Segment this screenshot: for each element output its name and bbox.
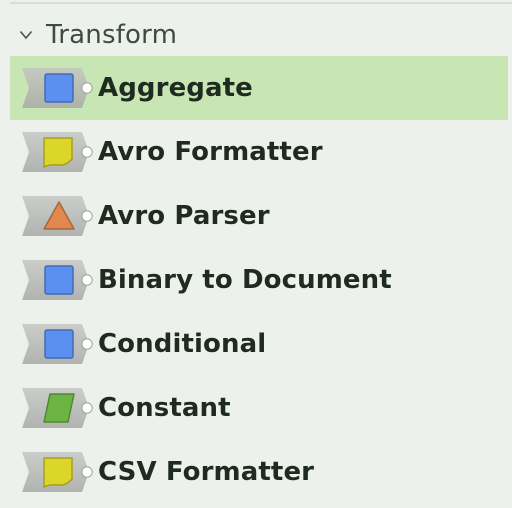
snap-item-binary-to-document[interactable]: Binary to Document <box>10 248 508 312</box>
aggregate-square-icon <box>10 56 98 120</box>
constant-parallelogram-icon <box>10 376 98 440</box>
snap-item-label: Conditional <box>98 329 267 359</box>
chevron-down-icon <box>18 27 34 43</box>
conditional-square-icon <box>10 312 98 376</box>
formatter-document-icon <box>10 440 98 504</box>
snap-item-label: Binary to Document <box>98 265 392 295</box>
snap-item-label: Avro Parser <box>98 201 270 231</box>
formatter-document-icon <box>10 120 98 184</box>
section-title: Transform <box>46 20 178 50</box>
snap-item-constant[interactable]: Constant <box>10 376 508 440</box>
section-header-transform[interactable]: Transform <box>18 20 177 50</box>
snap-item-csv-formatter[interactable]: CSV Formatter <box>10 440 508 504</box>
snap-item-label: Avro Formatter <box>98 137 323 167</box>
snap-item-label: Aggregate <box>98 73 253 103</box>
binary-square-icon <box>10 248 98 312</box>
snap-item-label: CSV Formatter <box>98 457 315 487</box>
snap-item-conditional[interactable]: Conditional <box>10 312 508 376</box>
snap-list: Aggregate Avro Formatter Avro Parser Bin… <box>10 56 508 504</box>
snap-item-avro-formatter[interactable]: Avro Formatter <box>10 120 508 184</box>
snap-item-aggregate[interactable]: Aggregate <box>10 56 508 120</box>
snap-item-label: Constant <box>98 393 231 423</box>
parser-triangle-icon <box>10 184 98 248</box>
panel-top-border <box>10 2 512 4</box>
snap-item-avro-parser[interactable]: Avro Parser <box>10 184 508 248</box>
